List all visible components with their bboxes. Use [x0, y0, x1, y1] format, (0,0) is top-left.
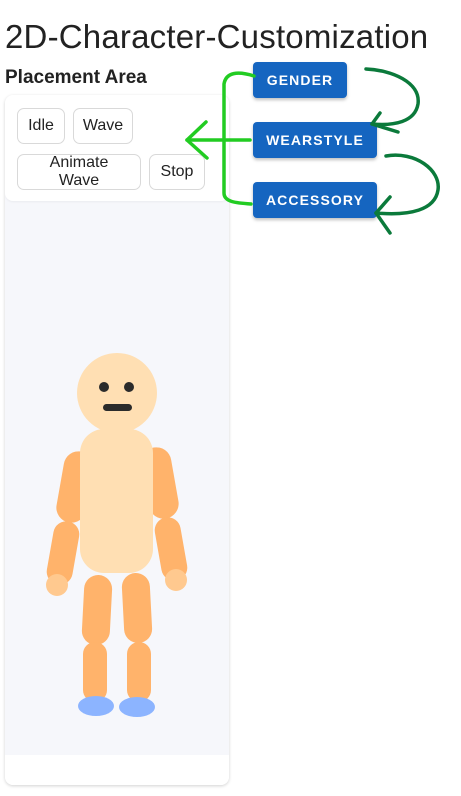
page-title: 2D-Character-Customization: [5, 18, 429, 55]
character-figure: [46, 353, 188, 717]
curved-arrow-top-annotation: [364, 67, 420, 127]
head: [77, 353, 157, 433]
left-hand: [46, 574, 68, 596]
right-thigh: [121, 573, 153, 643]
wearstyle-button[interactable]: WEARSTYLE: [253, 122, 377, 158]
character-canvas: [46, 353, 188, 717]
torso: [80, 429, 153, 573]
gender-button[interactable]: GENDER: [253, 62, 347, 98]
panel-footer: [5, 755, 229, 785]
right-hand: [165, 569, 187, 591]
mouth: [103, 404, 132, 411]
curved-arrowhead-bottom-annotation: [374, 195, 392, 235]
placement-area-heading: Placement Area: [5, 67, 147, 88]
curved-arrow-bottom-annotation: [374, 153, 440, 216]
placement-area-panel: Idle Wave Animate Wave Stop: [5, 95, 229, 785]
left-shin: [83, 642, 107, 702]
left-eye: [99, 382, 109, 392]
left-thigh: [81, 575, 113, 645]
accessory-button[interactable]: ACCESSORY: [253, 182, 377, 218]
right-shin: [127, 642, 151, 702]
right-shoe: [119, 697, 155, 717]
left-shoe: [78, 696, 114, 716]
right-eye: [124, 382, 134, 392]
